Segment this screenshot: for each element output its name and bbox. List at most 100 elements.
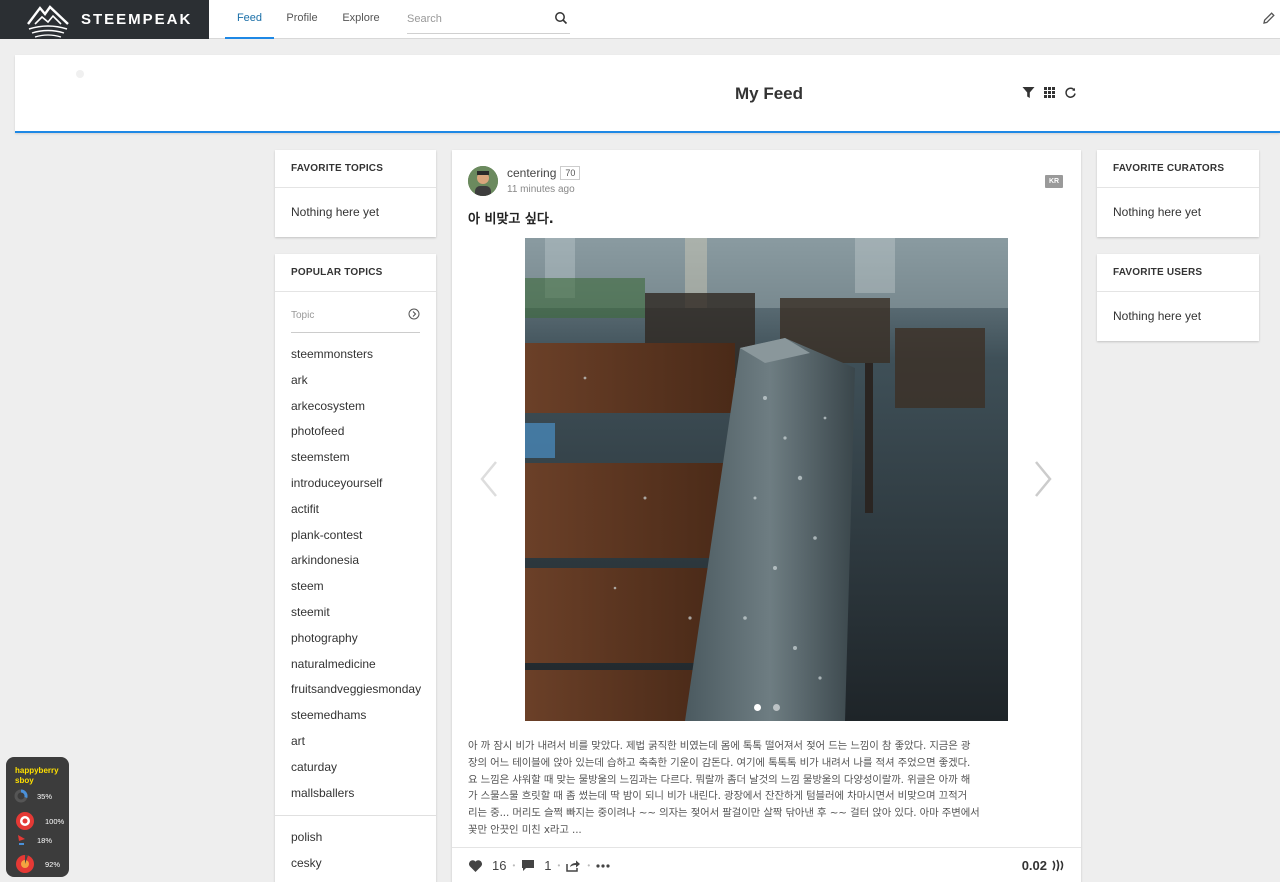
pencil-icon[interactable] [1262,11,1276,25]
favorite-topics-title: FAVORITE TOPICS [275,150,436,188]
grid-view-icon[interactable] [1043,86,1056,99]
arrow-circle-right-icon[interactable] [408,308,420,320]
favorite-users-card: FAVORITE USERS Nothing here yet [1097,254,1259,341]
gauge-icon [14,789,28,803]
excerpt-line: 가 스물스물 흐릿할 때 좀 썼는데 딱 밤이 되니 비가 내린다. 광장에서 … [468,790,968,803]
topic-item[interactable]: steemmonsters [291,346,420,372]
like-count[interactable]: 16 [492,858,506,873]
search-input[interactable] [407,8,547,30]
separator: • [512,861,516,870]
widget-stat-value: 18% [37,835,53,845]
feed-toolbar [1022,86,1077,99]
topic-item[interactable]: arkecosystem [291,398,420,424]
post-excerpt[interactable]: 아 까 잠시 비가 내려서 비를 맞았다. 제법 굵직한 비였는데 몸에 톡톡 … [468,738,1068,839]
topic-item[interactable]: ark [291,372,420,398]
favorite-users-empty: Nothing here yet [1113,309,1202,323]
post-card: centering 70 11 minutes ago KR 아 비맞고 싶다. [452,150,1081,882]
topic-item[interactable]: naturalmedicine [291,656,420,682]
chevron-left-icon[interactable] [478,460,500,498]
excerpt-line: 장의 어느 테이블에 앉아 있는데 습하고 축축한 기운이 감돈다. 여기에 톡… [468,756,971,769]
feed-header: My Feed [15,55,1280,133]
widget-stat: 35% [14,789,52,803]
popular-topics-title: POPULAR TOPICS [275,254,436,292]
post-payout[interactable]: 0.02 [1022,858,1065,873]
mountain-logo-icon [27,4,69,38]
payout-value: 0.02 [1021,858,1047,873]
separator: • [587,861,591,870]
chevron-right-icon[interactable] [1032,460,1054,498]
logo[interactable]: STEEMPEAK [0,0,209,39]
topic-item[interactable]: photography [291,630,420,656]
favorite-topics-card: FAVORITE TOPICS Nothing here yet [275,150,436,237]
top-navigation-bar: STEEMPEAK Feed Profile Explore [0,0,1280,39]
post-timestamp: 11 minutes ago [507,184,575,195]
topic-item[interactable]: steemit [291,604,420,630]
refresh-icon[interactable] [1064,86,1077,99]
topic-item[interactable]: mallsballers [291,785,420,811]
topic-search-field[interactable]: Topic [291,306,420,333]
widget-username: happyberrysboy [15,766,59,785]
topic-item[interactable]: plank-contest [291,527,420,553]
tab-profile[interactable]: Profile [281,0,323,39]
carousel-dot[interactable] [754,704,761,711]
search-box [407,8,570,34]
more-options-icon[interactable] [596,863,610,868]
gauge-icon [18,835,25,845]
steem-icon [1052,859,1064,872]
topic-item[interactable]: cesky [291,855,420,881]
carousel-dot[interactable] [773,704,780,711]
post-actions: 16 • 1 • • [468,858,610,873]
widget-stat-value: 35% [37,791,53,801]
widget-stat: 92% [14,853,60,875]
decorative-dot [76,70,84,78]
topic-item[interactable]: polish [291,829,420,855]
author-name[interactable]: centering [507,166,556,180]
filter-icon[interactable] [1022,86,1035,99]
comment-count[interactable]: 1 [544,858,551,873]
page-title: My Feed [735,84,804,103]
topic-item[interactable]: arkindonesia [291,552,420,578]
comment-icon[interactable] [521,859,535,872]
topic-item[interactable]: photofeed [291,423,420,449]
post-author[interactable]: centering 70 [507,166,581,180]
post-title[interactable]: 아 비맞고 싶다. [468,208,554,227]
topic-item[interactable]: introduceyourself [291,475,420,501]
search-icon[interactable] [554,11,568,25]
widget-stat: 18% [14,833,52,847]
language-badge: KR [1045,175,1064,188]
widget-stat-value: 92% [45,859,61,869]
reputation-badge: 70 [560,166,581,180]
topic-item[interactable]: steem [291,578,420,604]
widget-stat: 100% [14,810,64,832]
favorite-curators-title: FAVORITE CURATORS [1097,150,1259,188]
excerpt-line: 아 까 잠시 비가 내려서 비를 맞았다. 제법 굵직한 비였는데 몸에 톡톡 … [468,740,971,752]
brand-name: STEEMPEAK [81,11,193,28]
favorite-curators-card: FAVORITE CURATORS Nothing here yet [1097,150,1259,237]
topic-item[interactable]: steemedhams [291,707,420,733]
heart-icon[interactable] [468,859,483,873]
topic-item[interactable]: caturday [291,759,420,785]
topic-item[interactable]: actifit [291,501,420,527]
tab-explore[interactable]: Explore [337,0,385,39]
more-topic-list: polishceskydeutsch [275,816,436,882]
avatar[interactable] [468,166,498,196]
excerpt-line: 요 느낌은 샤워할 때 맞는 물방울의 느낌과는 다르다. 뭐랄까 좀더 날것의… [468,773,971,786]
separator: • [557,861,561,870]
topic-list: steemmonsters ark arkecosystem photofeed ste… [275,333,436,810]
post-footer: 16 • 1 • • 0.02 [452,847,1081,882]
favorite-users-title: FAVORITE USERS [1097,254,1259,292]
topic-item[interactable]: art [291,733,420,759]
tab-feed[interactable]: Feed [225,0,274,39]
carousel-indicators [754,704,780,711]
share-icon[interactable] [566,859,581,872]
voting-power-widget[interactable]: happyberrysboy 35% 100% 18% 92% [6,757,69,877]
post-image[interactable] [525,238,1008,721]
topic-item[interactable]: fruitsandveggiesmonday [291,681,421,707]
favorite-curators-empty: Nothing here yet [1113,205,1202,219]
popular-topics-card: POPULAR TOPICS Topic steemmonsters ark ark… [275,254,436,882]
favorite-topics-empty: Nothing here yet [291,205,380,219]
gauge-icon [16,854,34,873]
topic-item[interactable]: steemstem [291,449,420,475]
topic-search-placeholder: Topic [291,310,315,321]
excerpt-line: 리는 중... 머리도 슬쩍 빠지는 중이려나 ~~ 의자는 젖어서 팔걸이만 … [468,807,980,820]
